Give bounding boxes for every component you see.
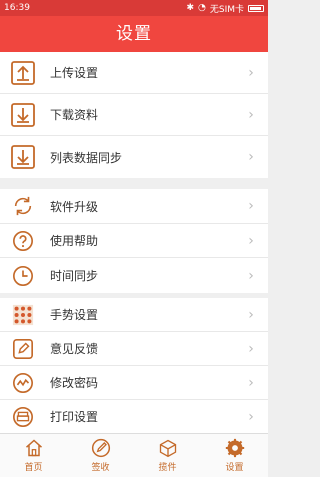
chevron-right-icon: › [248, 64, 254, 81]
chevron-right-icon: › [248, 306, 254, 323]
tab-package-label: 揽件 [158, 463, 177, 473]
tab-sign[interactable]: 签收 [67, 434, 134, 477]
download-data-row[interactable]: 下载资料 › [0, 94, 268, 136]
help-row[interactable]: 使用帮助 › [0, 224, 268, 258]
upload-icon [11, 60, 35, 85]
tab-package[interactable]: 揽件 [134, 434, 201, 477]
tab-home[interactable]: 首页 [0, 434, 67, 477]
feedback-row[interactable]: 意见反馈 › [0, 332, 268, 366]
settings-icon [225, 438, 244, 458]
gesture-settings-row[interactable]: 手势设置 › [0, 298, 268, 332]
chevron-right-icon: › [248, 374, 254, 391]
chevron-right-icon: › [248, 198, 254, 214]
printer-icon [11, 405, 35, 429]
chevron-right-icon: › [248, 340, 254, 357]
battery-icon [248, 4, 264, 12]
page-title: 设置 [0, 16, 268, 52]
download-icon [11, 102, 35, 127]
settings-group-system: 软件升级 › 使用帮助 › 时间同步 › [0, 189, 268, 293]
upload-settings-row[interactable]: 上传设置 › [0, 52, 268, 94]
chevron-right-icon: › [248, 149, 254, 165]
bottom-tab-bar: 首页 签收 揽件 设置 [0, 433, 268, 477]
software-upgrade-label: 软件升级 [50, 199, 99, 214]
gesture-settings-label: 手势设置 [50, 308, 99, 322]
settings-group-account: 手势设置 › 意见反馈 › 修改密码 › 打印设置 › [0, 298, 268, 433]
feedback-icon [11, 337, 35, 361]
print-settings-label: 打印设置 [50, 410, 99, 424]
tab-home-label: 首页 [24, 463, 43, 473]
print-settings-row[interactable]: 打印设置 › [0, 400, 268, 433]
tab-settings-label: 设置 [225, 463, 244, 473]
sign-icon [91, 438, 110, 458]
carrier-label: 无SIM卡 [209, 4, 244, 15]
feedback-label: 意见反馈 [50, 342, 99, 356]
wifi-icon: ◔ [198, 3, 206, 13]
settings-group-data: 上传设置 › 下载资料 › 列表数据同步 › [0, 52, 268, 178]
help-label: 使用帮助 [50, 234, 99, 248]
software-upgrade-row[interactable]: 软件升级 › [0, 189, 268, 224]
chevron-right-icon: › [248, 408, 254, 425]
time-sync-label: 时间同步 [50, 269, 99, 283]
tab-sign-label: 签收 [91, 463, 110, 473]
chevron-right-icon: › [248, 232, 254, 249]
status-time: 16:39 [4, 3, 30, 13]
list-sync-icon [11, 145, 35, 169]
time-sync-row[interactable]: 时间同步 › [0, 258, 268, 293]
home-icon [25, 439, 42, 457]
status-bar: 16:39 ✱ ◔ 无SIM卡 [0, 0, 268, 16]
refresh-icon [11, 194, 35, 218]
change-password-label: 修改密码 [50, 376, 99, 390]
list-sync-row[interactable]: 列表数据同步 › [0, 136, 268, 178]
password-icon [11, 371, 35, 395]
tab-settings[interactable]: 设置 [201, 434, 268, 477]
chevron-right-icon: › [248, 106, 254, 123]
chevron-right-icon: › [248, 267, 254, 284]
bluetooth-icon: ✱ [186, 3, 194, 13]
help-icon [11, 229, 35, 253]
change-password-row[interactable]: 修改密码 › [0, 366, 268, 400]
list-sync-label: 列表数据同步 [50, 150, 123, 165]
upload-settings-label: 上传设置 [50, 66, 99, 80]
gesture-icon [11, 303, 35, 327]
download-data-label: 下载资料 [50, 108, 99, 122]
clock-icon [11, 264, 35, 288]
package-icon [159, 439, 176, 458]
